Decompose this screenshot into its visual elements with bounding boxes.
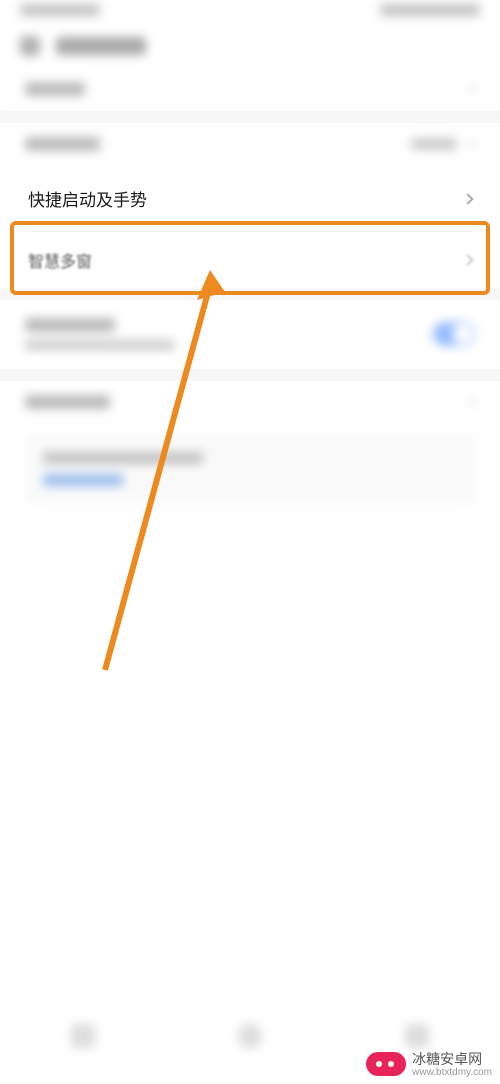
- status-icons: [380, 4, 480, 16]
- row-label: [25, 318, 115, 332]
- toggle-row[interactable]: [0, 300, 500, 369]
- nav-recent-button[interactable]: [405, 1024, 429, 1048]
- watermark-logo-icon: [366, 1052, 406, 1076]
- info-text: [43, 452, 203, 464]
- section-divider: [0, 288, 500, 300]
- watermark-text-group: 冰糖安卓网 www.btxtdmy.com: [412, 1049, 492, 1078]
- chevron-right-icon: [465, 138, 476, 149]
- section-divider: [0, 111, 500, 123]
- row-label: [25, 137, 100, 151]
- one-hand-mode-row[interactable]: [0, 123, 500, 166]
- chevron-right-icon: [465, 396, 476, 407]
- nav-back-button[interactable]: [71, 1024, 95, 1048]
- smart-multiwindow-label: 智慧多窗: [28, 248, 92, 272]
- section-divider: [0, 369, 500, 381]
- smart-multiwindow-row[interactable]: 智慧多窗: [0, 232, 500, 288]
- status-bar: [0, 0, 500, 24]
- chevron-right-icon: [465, 83, 476, 94]
- settings-row-blurred-2[interactable]: [0, 381, 500, 424]
- shortcut-gesture-label: 快捷启动及手势: [28, 186, 147, 211]
- chevron-right-icon: [462, 193, 473, 204]
- status-time: [20, 4, 100, 16]
- info-card: [25, 434, 475, 504]
- watermark: 冰糖安卓网 www.btxtdmy.com: [366, 1049, 492, 1078]
- row-label: [25, 395, 110, 409]
- back-icon[interactable]: [20, 36, 40, 56]
- info-link[interactable]: [43, 474, 123, 486]
- watermark-title: 冰糖安卓网: [412, 1049, 492, 1069]
- watermark-url: www.btxtdmy.com: [412, 1067, 492, 1078]
- settings-row-blurred-1[interactable]: [0, 68, 500, 111]
- toggle-switch[interactable]: [433, 322, 475, 346]
- toggle-label-group: [25, 318, 175, 350]
- nav-home-button[interactable]: [238, 1024, 262, 1048]
- chevron-right-icon: [462, 254, 473, 265]
- shortcut-gesture-row[interactable]: 快捷启动及手势: [0, 166, 500, 231]
- row-value: [411, 138, 457, 150]
- page-header: [0, 24, 500, 68]
- row-sublabel: [25, 340, 175, 350]
- page-title: [56, 37, 146, 55]
- row-label: [25, 82, 85, 96]
